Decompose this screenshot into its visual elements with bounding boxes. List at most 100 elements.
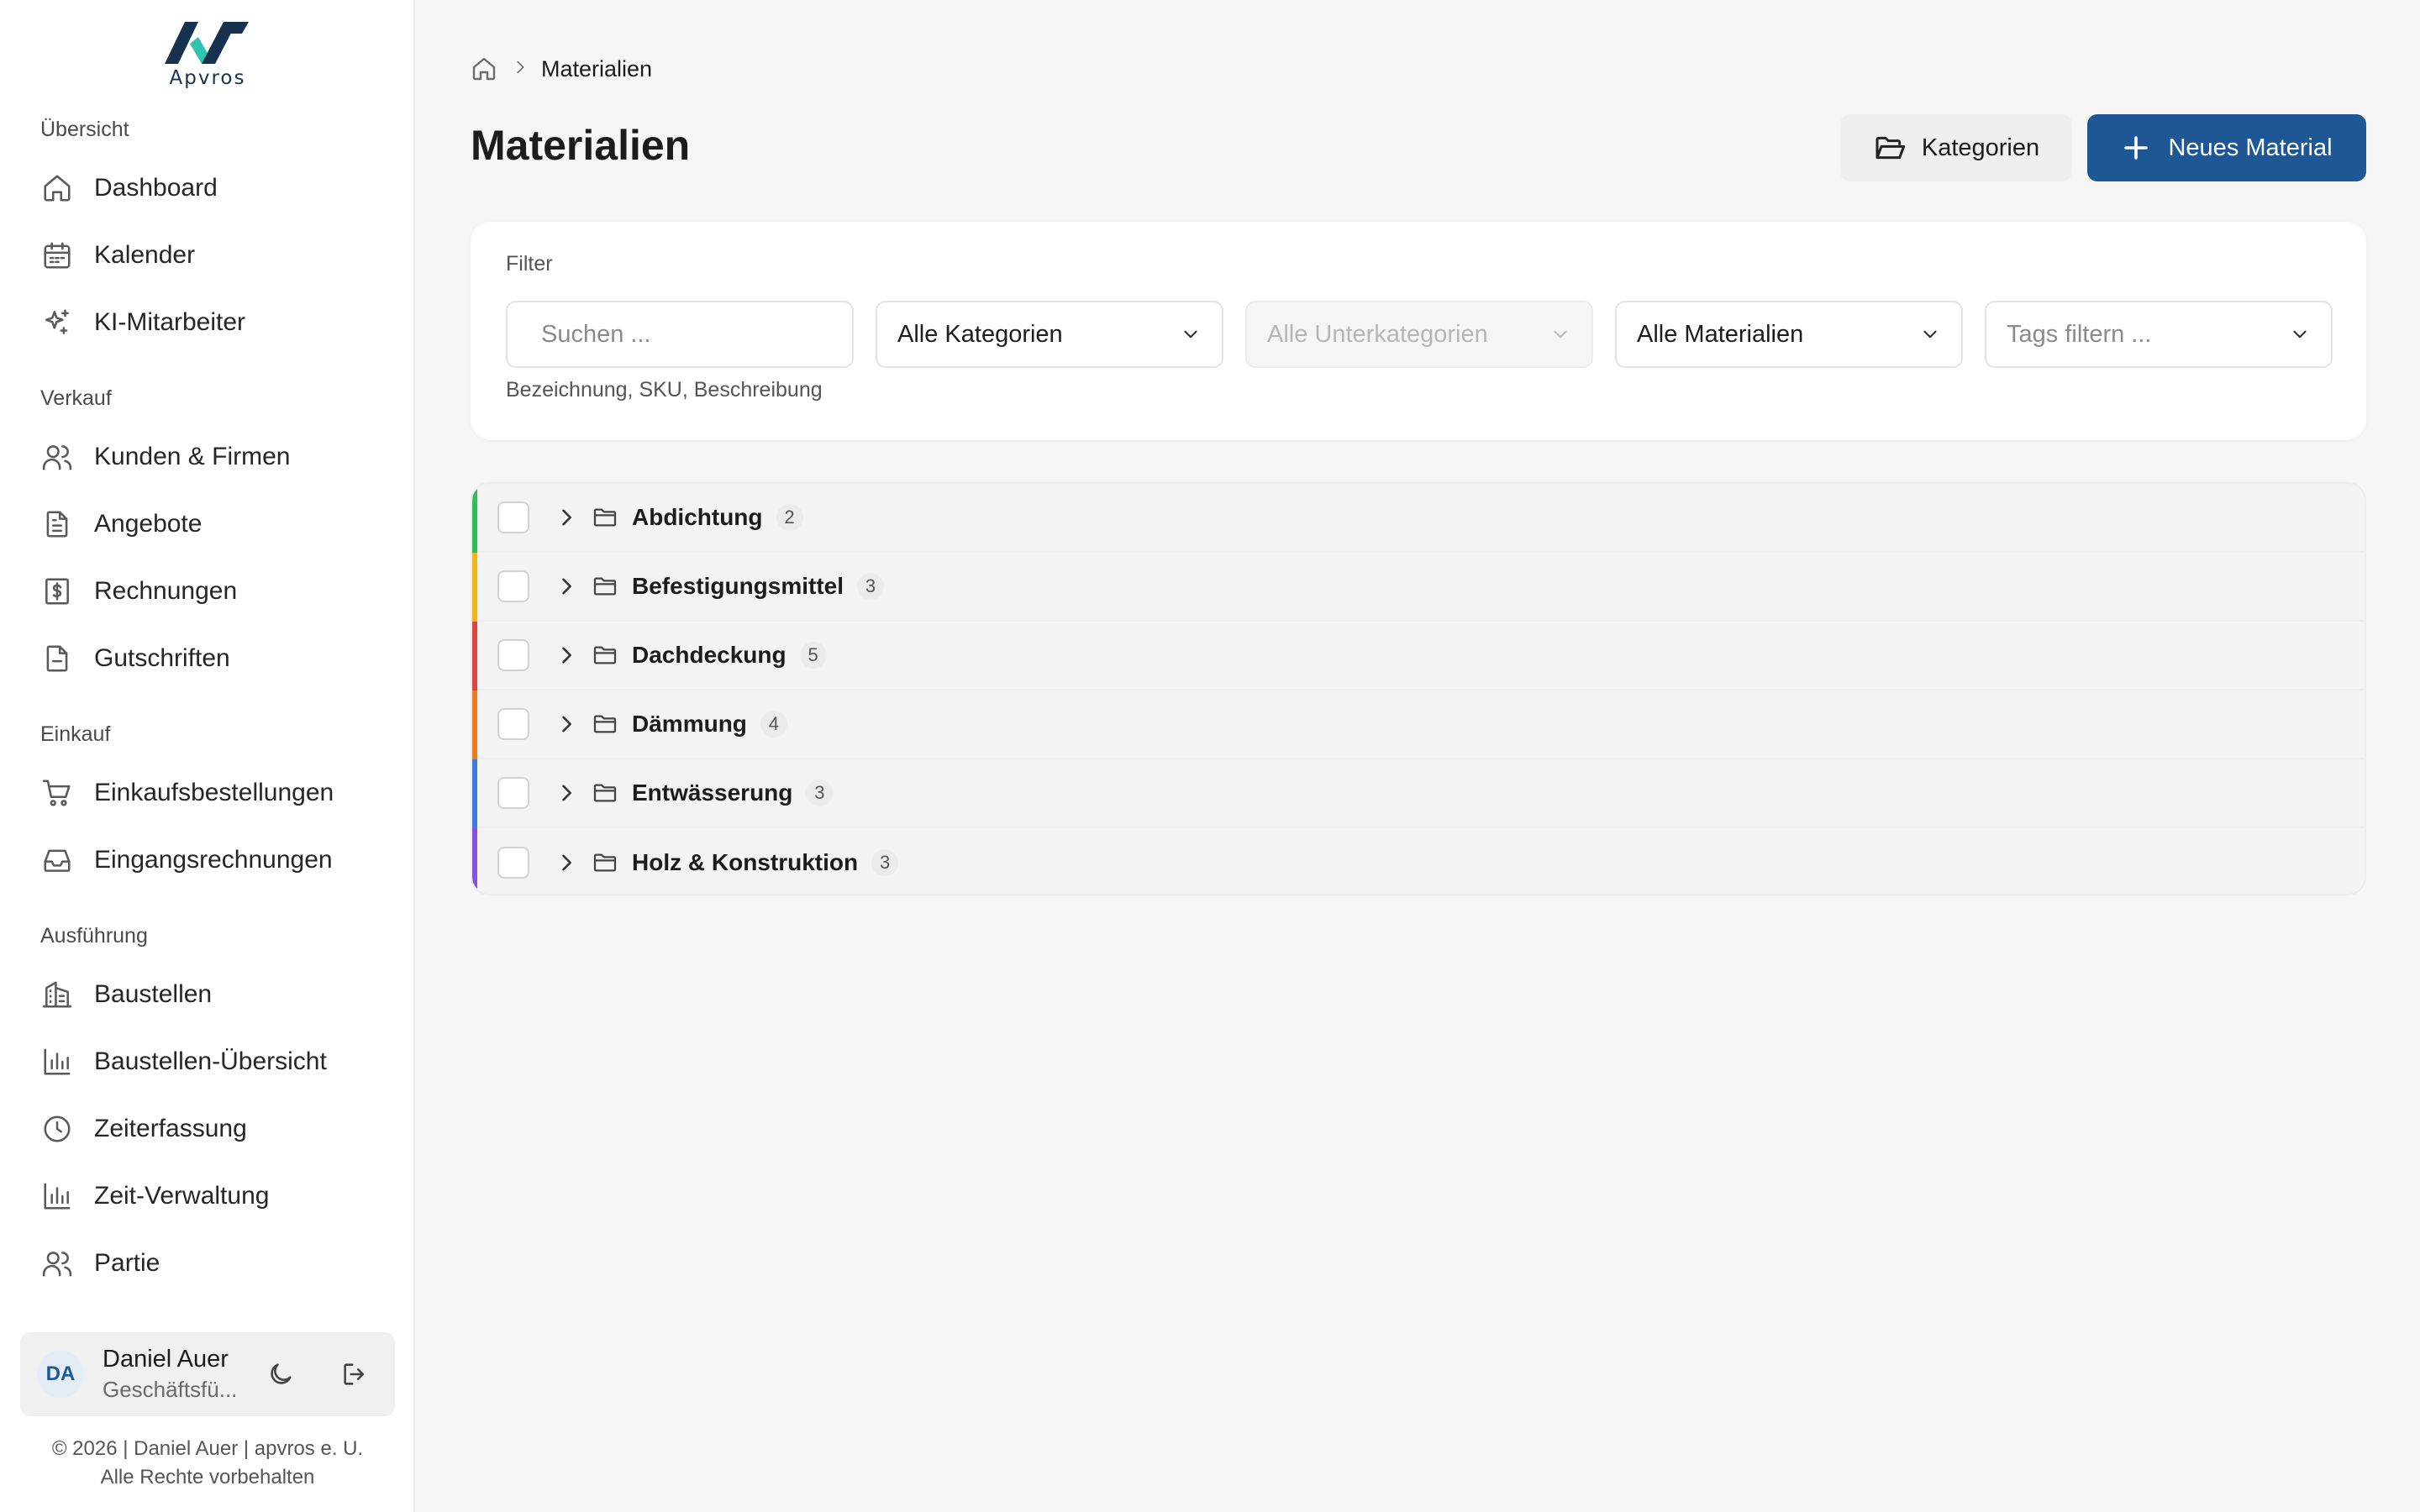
row-checkbox[interactable] bbox=[497, 501, 529, 533]
sidebar-item-kunden[interactable]: Kunden & Firmen bbox=[34, 430, 387, 484]
material-select[interactable]: Alle Materialien bbox=[1615, 301, 1963, 368]
chevron-down-icon bbox=[1184, 330, 1197, 339]
bar-chart-icon bbox=[40, 1045, 74, 1079]
sidebar-item-label: Kalender bbox=[94, 241, 196, 269]
new-material-button[interactable]: Neues Material bbox=[2087, 114, 2366, 181]
chevron-right-icon[interactable] bbox=[555, 851, 578, 874]
folder-open-icon bbox=[1876, 136, 1906, 160]
folder-icon bbox=[593, 853, 617, 872]
sidebar-item-partie[interactable]: Partie bbox=[34, 1236, 387, 1290]
sidebar-item-kalender[interactable]: Kalender bbox=[34, 228, 387, 282]
breadcrumb: Materialien bbox=[471, 55, 652, 82]
row-checkbox[interactable] bbox=[497, 847, 529, 879]
search-hint: Bezeichnung, SKU, Beschreibung bbox=[506, 378, 823, 402]
search-input[interactable] bbox=[541, 320, 858, 349]
sidebar-item-label: Zeiterfassung bbox=[94, 1115, 247, 1142]
chevron-down-icon bbox=[2293, 330, 2307, 339]
category-color-bar bbox=[472, 828, 477, 894]
logo-mark-icon bbox=[165, 22, 249, 64]
section-label-ausfuehrung: Ausführung bbox=[40, 924, 148, 948]
row-checkbox[interactable] bbox=[497, 708, 529, 740]
row-checkbox[interactable] bbox=[497, 777, 529, 809]
chevron-right-icon[interactable] bbox=[555, 575, 578, 598]
tags-select-value: Tags filtern ... bbox=[2007, 320, 2152, 348]
sidebar-item-label: Gutschriften bbox=[94, 644, 230, 672]
category-row[interactable]: Abdichtung 2 bbox=[472, 484, 2365, 553]
dark-mode-toggle[interactable] bbox=[262, 1356, 299, 1393]
material-select-value: Alle Materialien bbox=[1637, 320, 1804, 348]
folder-icon bbox=[593, 577, 617, 596]
category-color-bar bbox=[472, 759, 477, 828]
sidebar-item-zeiterfassung[interactable]: Zeiterfassung bbox=[34, 1102, 387, 1156]
chevron-right-icon[interactable] bbox=[555, 712, 578, 736]
users-icon bbox=[40, 1247, 74, 1280]
file-text-icon bbox=[40, 507, 74, 541]
chevron-down-icon bbox=[1923, 330, 1937, 339]
category-row[interactable]: Holz & Konstruktion 3 bbox=[472, 828, 2365, 894]
avatar: DA bbox=[37, 1351, 84, 1398]
file-icon bbox=[40, 642, 74, 675]
user-card[interactable]: DA Daniel Auer Geschäftsfü... bbox=[20, 1332, 395, 1416]
chevron-right-icon[interactable] bbox=[555, 781, 578, 805]
count-badge: 3 bbox=[806, 780, 834, 806]
category-color-bar bbox=[472, 553, 477, 622]
sidebar-item-baustellen-uebersicht[interactable]: Baustellen-Übersicht bbox=[34, 1035, 387, 1089]
count-badge: 5 bbox=[799, 642, 827, 669]
logout-button[interactable] bbox=[336, 1356, 373, 1393]
footer-rights: Alle Rechte vorbehalten bbox=[100, 1466, 315, 1488]
sidebar-item-einkaufsbestellungen[interactable]: Einkaufsbestellungen bbox=[34, 766, 387, 820]
new-material-button-label: Neues Material bbox=[2168, 134, 2333, 161]
row-checkbox[interactable] bbox=[497, 639, 529, 671]
sidebar-item-label: Zeit-Verwaltung bbox=[94, 1182, 270, 1210]
count-badge: 4 bbox=[760, 711, 787, 738]
user-info: Daniel Auer Geschäftsfü... bbox=[103, 1346, 245, 1403]
sidebar-item-label: Partie bbox=[94, 1249, 160, 1277]
count-badge: 3 bbox=[857, 573, 885, 600]
logout-icon bbox=[344, 1363, 365, 1385]
category-row[interactable]: Dachdeckung 5 bbox=[472, 622, 2365, 690]
sidebar-item-zeit-verwaltung[interactable]: Zeit-Verwaltung bbox=[34, 1169, 387, 1223]
category-row[interactable]: Dämmung 4 bbox=[472, 690, 2365, 759]
chevron-right-icon[interactable] bbox=[555, 506, 578, 529]
sidebar-item-gutschriften[interactable]: Gutschriften bbox=[34, 632, 387, 685]
sidebar-item-label: Eingangsrechnungen bbox=[94, 846, 333, 874]
sparkles-icon bbox=[40, 306, 74, 339]
sidebar-item-label: Dashboard bbox=[94, 174, 218, 202]
sidebar-item-dashboard[interactable]: Dashboard bbox=[34, 161, 387, 215]
category-name: Holz & Konstruktion bbox=[632, 849, 859, 875]
category-row[interactable]: Entwässerung 3 bbox=[472, 759, 2365, 828]
subcategory-select[interactable]: Alle Unterkategorien bbox=[1245, 301, 1593, 368]
row-checkbox[interactable] bbox=[497, 570, 529, 602]
page-title: Materialien bbox=[471, 122, 691, 169]
search-field[interactable] bbox=[506, 301, 858, 368]
sidebar-item-angebote[interactable]: Angebote bbox=[34, 497, 387, 551]
sidebar-item-label: KI-Mitarbeiter bbox=[94, 308, 246, 336]
footer-copyright: © 2026 | Daniel Auer | apvros e. U. bbox=[51, 1437, 364, 1460]
categories-button[interactable]: Kategorien bbox=[1840, 114, 2072, 181]
folder-icon bbox=[593, 715, 617, 733]
app-logo[interactable]: Apvros bbox=[160, 18, 255, 89]
chevron-right-icon[interactable] bbox=[555, 643, 578, 667]
chevron-right-icon bbox=[511, 58, 529, 81]
category-select-value: Alle Kategorien bbox=[897, 320, 1063, 348]
inbox-icon bbox=[40, 843, 74, 877]
category-tree: Abdichtung 2 Befestigungsmittel 3 Dachde… bbox=[471, 482, 2366, 895]
category-select[interactable]: Alle Kategorien bbox=[876, 301, 1223, 368]
sidebar-item-rechnungen[interactable]: Rechnungen bbox=[34, 564, 387, 618]
chevron-down-icon bbox=[1554, 330, 1567, 339]
sidebar-item-baustellen[interactable]: Baustellen bbox=[34, 968, 387, 1021]
category-row[interactable]: Befestigungsmittel 3 bbox=[472, 553, 2365, 622]
home-icon[interactable] bbox=[471, 55, 497, 82]
sidebar-item-eingangsrechnungen[interactable]: Eingangsrechnungen bbox=[34, 833, 387, 887]
category-color-bar bbox=[472, 484, 477, 553]
sidebar-item-label: Kunden & Firmen bbox=[94, 443, 291, 470]
folder-icon bbox=[593, 784, 617, 802]
building-icon bbox=[40, 978, 74, 1011]
users-icon bbox=[40, 440, 74, 474]
tags-select[interactable]: Tags filtern ... bbox=[1985, 301, 2333, 368]
sidebar-item-ki-mitarbeiter[interactable]: KI-Mitarbeiter bbox=[34, 296, 387, 349]
section-label-uebersicht: Übersicht bbox=[40, 118, 129, 141]
footer: © 2026 | Daniel Auer | apvros e. U. Alle… bbox=[0, 1435, 415, 1492]
section-label-einkauf: Einkauf bbox=[40, 722, 111, 746]
user-role: Geschäftsfü... bbox=[103, 1377, 238, 1402]
